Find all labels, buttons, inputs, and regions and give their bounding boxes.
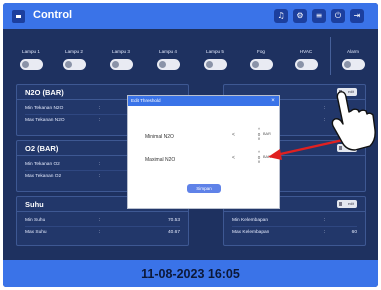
divider bbox=[330, 37, 331, 75]
row-colon: : bbox=[324, 118, 326, 123]
toggle-lampu-2[interactable]: Lampu 2 bbox=[59, 49, 89, 70]
card-title: N2O (BAR) bbox=[25, 88, 64, 97]
row-label: Max Tekanan N2O bbox=[25, 118, 65, 123]
edit-threshold-dialog: Edit Threshold × Minimal N2O < ^ 0 v BAR M… bbox=[127, 95, 280, 209]
stepper-value: 0 bbox=[257, 131, 261, 137]
toggle-hvac[interactable]: HVAC bbox=[291, 49, 321, 70]
toggle-alarm[interactable]: Alarm bbox=[338, 49, 368, 70]
save-button[interactable]: Simpan bbox=[187, 184, 221, 193]
spin-arrows-icon[interactable]: ^ 0 v bbox=[256, 127, 262, 142]
spin-arrows-icon[interactable]: ^ 0 v bbox=[256, 150, 262, 165]
row-label: Max Tekanan O2 bbox=[25, 174, 62, 179]
toggle-switch[interactable] bbox=[19, 59, 43, 70]
card-title: O2 (BAR) bbox=[25, 144, 59, 153]
toggle-lampu-1[interactable]: Lampu 1 bbox=[16, 49, 46, 70]
divider bbox=[232, 226, 357, 227]
footer-bar: 11-08-2023 16:05 bbox=[3, 260, 378, 287]
toggle-lampu-3[interactable]: Lampu 3 bbox=[106, 49, 136, 70]
row-value: 70.53 bbox=[167, 218, 180, 223]
row-colon: : bbox=[324, 230, 326, 235]
table-row: Max Suhu : 40.67 bbox=[25, 228, 180, 238]
row-colon: : bbox=[324, 218, 326, 223]
close-icon[interactable]: × bbox=[269, 97, 277, 105]
table-row: Min Suhu : 70.53 bbox=[25, 216, 180, 227]
edit-button[interactable]: edit bbox=[337, 88, 357, 96]
table-row: Max Kelembapan : 60 bbox=[232, 228, 357, 238]
unit-label: BAR bbox=[263, 155, 271, 159]
minimal-n2o-stepper[interactable]: < ^ 0 v BAR bbox=[232, 127, 272, 142]
page-title: Control bbox=[33, 9, 73, 21]
logout-icon[interactable]: ⇥ bbox=[350, 9, 364, 23]
toggle-switch[interactable] bbox=[156, 59, 180, 70]
maximal-n2o-stepper[interactable]: < ^ 0 v BAR bbox=[232, 150, 272, 165]
toggle-lampu-5[interactable]: Lampu 5 bbox=[200, 49, 230, 70]
toggle-label: Lampu 2 bbox=[65, 49, 83, 54]
divider bbox=[25, 226, 180, 227]
minimal-n2o-label: Minimal N2O bbox=[145, 134, 174, 140]
unit-label: BAR bbox=[263, 132, 271, 136]
row-colon: : bbox=[99, 230, 101, 235]
dialog-title: Edit Threshold bbox=[131, 98, 161, 103]
row-colon: : bbox=[99, 162, 101, 167]
edit-button[interactable]: edit bbox=[337, 200, 357, 208]
toggle-lampu-4[interactable]: Lampu 4 bbox=[153, 49, 183, 70]
toggle-switch[interactable] bbox=[294, 59, 318, 70]
toggle-label: Alarm bbox=[347, 49, 359, 54]
datetime-display: 11-08-2023 16:05 bbox=[141, 267, 240, 281]
row-value: 40.67 bbox=[167, 230, 180, 235]
less-than-icon: < bbox=[232, 155, 235, 161]
toggle-label: HVAC bbox=[299, 49, 313, 54]
settings-icon[interactable]: ⚙ bbox=[293, 9, 307, 23]
row-colon: : bbox=[99, 106, 101, 111]
edit-button[interactable]: edit bbox=[337, 144, 357, 152]
row-label: Min Kelembapan bbox=[232, 218, 268, 223]
row-colon: : bbox=[99, 174, 101, 179]
toggle-bar: Lampu 1 Lampu 2 Lampu 3 Lampu 4 Lampu 5 … bbox=[3, 29, 378, 81]
card-title: Suhu bbox=[25, 200, 44, 209]
toggle-switch[interactable] bbox=[62, 59, 86, 70]
toggle-label: Lampu 4 bbox=[159, 49, 177, 54]
row-label: Min Suhu bbox=[25, 218, 46, 223]
row-value: 60 bbox=[351, 230, 357, 235]
toggle-fog[interactable]: Fog bbox=[246, 49, 276, 70]
row-colon: : bbox=[99, 118, 101, 123]
stepper-value: 0 bbox=[257, 154, 261, 160]
row-label: Max Kelembapan bbox=[232, 230, 270, 235]
table-row: Min Kelembapan : bbox=[232, 216, 357, 227]
toggle-label: Lampu 3 bbox=[112, 49, 130, 54]
toggle-switch[interactable] bbox=[249, 59, 273, 70]
app-window: Control ♫ ⚙ ≡ ⏻ ⇥ Lampu 1 Lampu 2 Lampu … bbox=[3, 3, 378, 287]
less-than-icon: < bbox=[232, 132, 235, 138]
row-colon: : bbox=[99, 218, 101, 223]
toggle-label: Lampu 5 bbox=[206, 49, 224, 54]
dialog-header: Edit Threshold × bbox=[128, 96, 279, 106]
row-label: Max Suhu bbox=[25, 230, 47, 235]
list-icon[interactable]: ≡ bbox=[312, 9, 326, 23]
divider bbox=[17, 211, 188, 212]
toggle-label: Fog bbox=[257, 49, 265, 54]
toggle-switch[interactable] bbox=[341, 59, 365, 70]
maximal-n2o-label: Maximal N2O bbox=[145, 157, 176, 163]
music-icon[interactable]: ♫ bbox=[274, 9, 288, 23]
row-colon: : bbox=[324, 106, 326, 111]
divider bbox=[224, 211, 365, 212]
menu-button[interactable] bbox=[12, 10, 25, 23]
top-bar: Control ♫ ⚙ ≡ ⏻ ⇥ bbox=[3, 3, 378, 29]
toggle-switch[interactable] bbox=[203, 59, 227, 70]
toggle-switch[interactable] bbox=[109, 59, 133, 70]
power-icon[interactable]: ⏻ bbox=[331, 9, 345, 23]
row-label: Min Tekanan O2 bbox=[25, 162, 60, 167]
row-label: Min Tekanan N2O bbox=[25, 106, 64, 111]
